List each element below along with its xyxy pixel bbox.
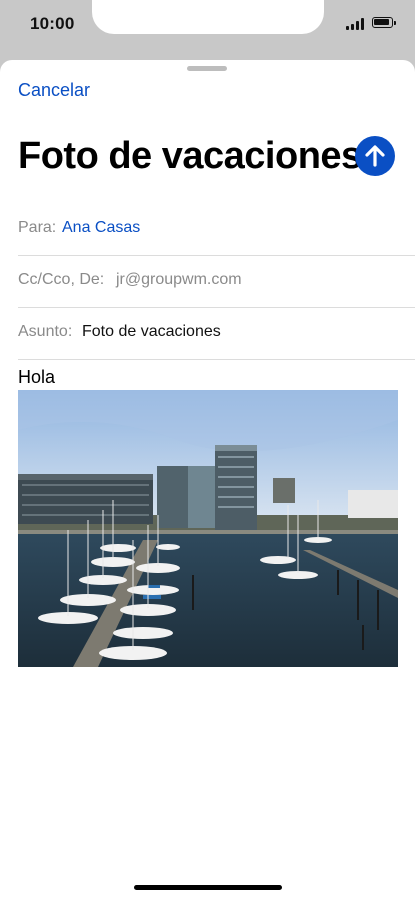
compose-sheet: Cancelar Foto de vacaciones Para: Ana Ca… — [0, 60, 415, 900]
attached-photo[interactable] — [18, 390, 398, 667]
cancel-button[interactable]: Cancelar — [18, 80, 90, 101]
cc-from-field[interactable]: Cc/Cco, De: jr@groupwm.com — [18, 256, 415, 308]
status-bar: 10:00 — [0, 0, 415, 60]
harbor-photo-image — [18, 390, 398, 667]
subject-label: Asunto: — [18, 323, 73, 340]
to-field[interactable]: Para: Ana Casas — [18, 204, 415, 256]
send-button[interactable] — [355, 136, 395, 176]
signal-icon — [346, 18, 366, 30]
message-body[interactable]: Hola — [18, 367, 55, 388]
compose-title: Foto de vacaciones — [18, 135, 362, 177]
arrow-up-icon — [365, 145, 385, 167]
subject-input[interactable]: Foto de vacaciones — [82, 323, 221, 341]
status-time: 10:00 — [30, 14, 75, 33]
from-address[interactable]: jr@groupwm.com — [116, 271, 242, 289]
home-indicator[interactable] — [134, 885, 282, 890]
to-label: Para: — [18, 219, 57, 236]
sheet-grabber[interactable] — [187, 66, 227, 71]
to-recipient[interactable]: Ana Casas — [62, 219, 140, 237]
cc-from-label: Cc/Cco, De: — [18, 271, 105, 288]
battery-icon — [372, 17, 396, 28]
subject-field[interactable]: Asunto: Foto de vacaciones — [18, 308, 415, 360]
notch — [92, 0, 324, 34]
